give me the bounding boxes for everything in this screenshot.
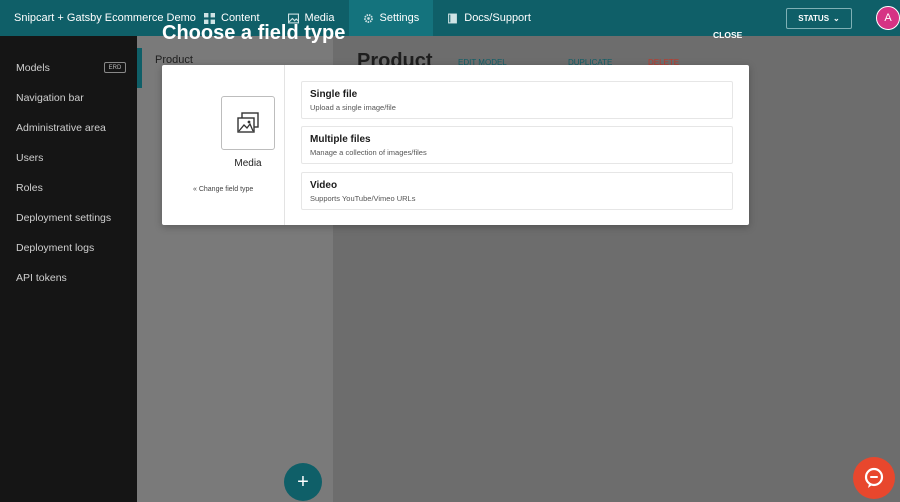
option-title: Single file: [310, 89, 358, 100]
field-category-panel: Media « Change field type: [162, 65, 285, 225]
sidebar-item-administrative-area[interactable]: Administrative area: [16, 122, 106, 134]
media-category-label: Media: [234, 158, 262, 169]
option-description: Manage a collection of images/files: [310, 148, 427, 157]
option-multiple-files[interactable]: Multiple files Manage a collection of im…: [301, 126, 733, 164]
option-description: Upload a single image/file: [310, 103, 396, 112]
tab-settings-label: Settings: [379, 12, 420, 24]
option-video[interactable]: Video Supports YouTube/Vimeo URLs: [301, 172, 733, 210]
option-title: Multiple files: [310, 134, 371, 145]
chat-support-button[interactable]: [853, 457, 895, 499]
tab-docs-label: Docs/Support: [464, 12, 531, 24]
close-button[interactable]: CLOSE: [713, 30, 742, 40]
gear-icon: [363, 13, 373, 23]
sidebar-item-deployment-settings[interactable]: Deployment settings: [16, 212, 111, 224]
tab-settings[interactable]: Settings: [348, 0, 434, 36]
modal-heading: Choose a field type: [162, 22, 346, 44]
sidebar-item-roles[interactable]: Roles: [16, 182, 43, 194]
top-navigation-bar: Snipcart + Gatsby Ecommerce Demo Content…: [0, 0, 900, 36]
sidebar-item-navigation-bar[interactable]: Navigation bar: [16, 92, 84, 104]
user-avatar[interactable]: A: [876, 6, 900, 30]
media-category-tile[interactable]: [221, 96, 275, 150]
option-description: Supports YouTube/Vimeo URLs: [310, 194, 416, 203]
sidebar-item-users[interactable]: Users: [16, 152, 43, 164]
field-type-dialog: Media « Change field type Single file Up…: [162, 65, 749, 225]
option-single-file[interactable]: Single file Upload a single image/file: [301, 81, 733, 119]
erd-badge[interactable]: ERD: [104, 62, 126, 73]
status-dropdown[interactable]: STATUS ⌄: [786, 8, 852, 29]
change-field-type-link[interactable]: « Change field type: [193, 186, 253, 193]
book-icon: [448, 13, 458, 23]
chevron-down-icon: ⌄: [833, 14, 840, 23]
sidebar-item-models[interactable]: Models: [16, 62, 50, 74]
sidebar-item-deployment-logs[interactable]: Deployment logs: [16, 242, 94, 254]
status-label: STATUS: [798, 14, 830, 23]
option-title: Video: [310, 180, 338, 191]
add-model-button[interactable]: +: [284, 463, 322, 501]
chat-icon: [864, 467, 884, 488]
images-icon: [237, 112, 259, 133]
tab-docs-support[interactable]: Docs/Support: [433, 0, 545, 36]
active-indicator: [137, 48, 142, 88]
sidebar-item-api-tokens[interactable]: API tokens: [16, 272, 67, 284]
settings-sidebar: Models ERD Navigation bar Administrative…: [0, 36, 137, 502]
